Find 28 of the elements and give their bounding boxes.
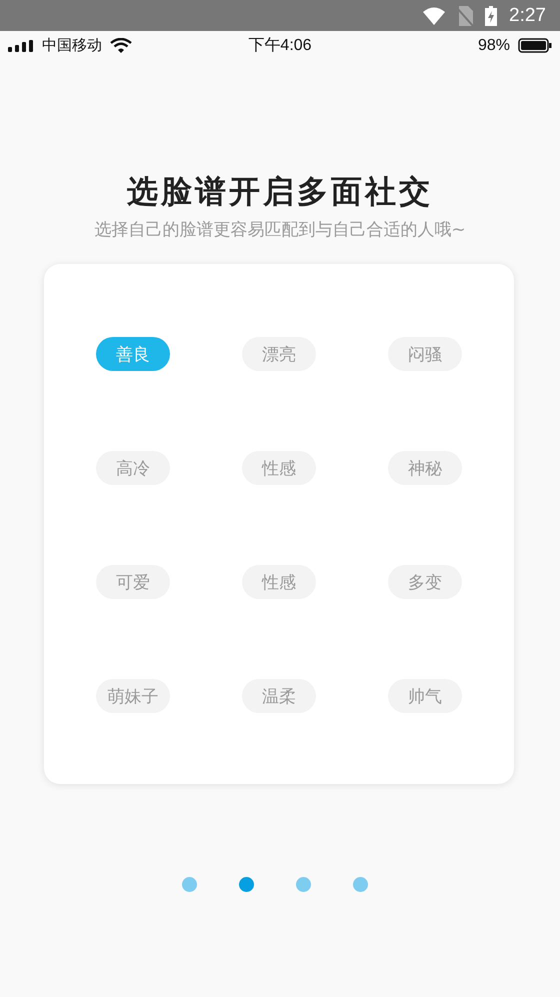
wifi-icon <box>423 6 446 24</box>
tag-chip[interactable]: 帅气 <box>388 679 462 713</box>
tag-chip[interactable]: 温柔 <box>242 679 316 713</box>
battery-charging-icon <box>485 6 498 26</box>
battery-percent: 98% <box>478 36 510 54</box>
signal-icon <box>8 40 34 52</box>
tag-chip[interactable]: 性感 <box>242 565 316 599</box>
page-indicator-dot[interactable] <box>296 877 311 892</box>
battery-icon <box>518 38 552 53</box>
tag-chip[interactable]: 可爱 <box>96 565 170 599</box>
no-sim-icon <box>457 6 474 26</box>
tag-chip[interactable]: 善良 <box>96 337 170 371</box>
page-subtitle: 选择自己的脸谱更容易匹配到与自己合适的人哦~ <box>93 219 467 242</box>
tag-chip[interactable]: 高冷 <box>96 451 170 485</box>
tag-chip[interactable]: 漂亮 <box>242 337 316 371</box>
carrier-name: 中国移动 <box>42 36 102 55</box>
tag-chip[interactable]: 闷骚 <box>388 337 462 371</box>
page-indicator-dot[interactable] <box>239 877 254 892</box>
tag-chip[interactable]: 神秘 <box>388 451 462 485</box>
clock: 2:27 <box>509 4 546 26</box>
page-indicator-dot[interactable] <box>353 877 368 892</box>
page-indicator-dot[interactable] <box>182 877 197 892</box>
tag-chip[interactable]: 多变 <box>388 565 462 599</box>
tag-chip[interactable]: 性感 <box>242 451 316 485</box>
clock: 下午4:06 <box>248 36 312 56</box>
wifi-icon <box>110 38 132 53</box>
page-title: 选脸谱开启多面社交 <box>126 173 434 212</box>
tag-chip[interactable]: 萌妹子 <box>96 679 170 713</box>
